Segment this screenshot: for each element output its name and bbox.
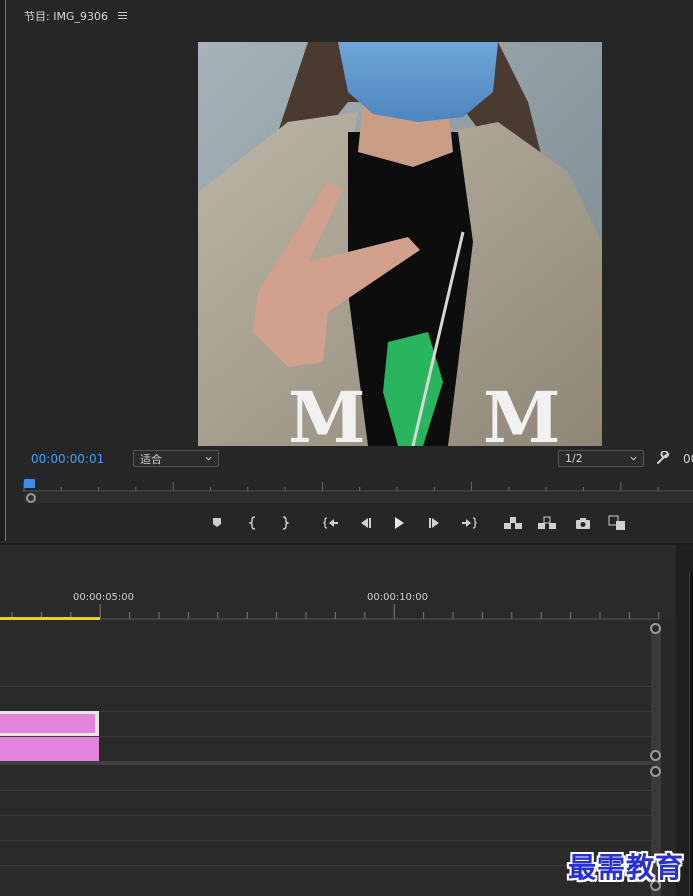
video-clip[interactable]: [0, 711, 99, 736]
export-frame-button[interactable]: [572, 512, 594, 534]
chevron-down-icon: [630, 456, 637, 461]
scrollbar-handle-bottom[interactable]: [650, 750, 661, 761]
mark-out-icon: [282, 516, 290, 530]
extract-icon: [538, 516, 556, 529]
compare-view-icon: [608, 515, 625, 530]
track-divider: [0, 865, 651, 866]
mini-time-ruler[interactable]: [22, 478, 693, 492]
audio-clip[interactable]: [0, 737, 99, 761]
panel-menu-icon[interactable]: [117, 12, 127, 20]
lift-icon: [504, 517, 522, 529]
add-marker-button[interactable]: [206, 512, 228, 534]
play-button[interactable]: [388, 512, 410, 534]
ruler-label: 00:00:10:00: [367, 592, 429, 603]
go-to-out-button[interactable]: [458, 512, 480, 534]
mark-out-button[interactable]: [274, 512, 296, 534]
mark-in-button[interactable]: [242, 512, 264, 534]
track-divider: [0, 790, 651, 791]
track-divider: [0, 840, 651, 841]
track-divider: [0, 815, 651, 816]
scrollbar-handle-top[interactable]: [650, 766, 661, 777]
svg-text:M: M: [483, 376, 561, 446]
mark-in-icon: [248, 516, 256, 530]
camera-icon: [576, 518, 590, 529]
go-to-in-button[interactable]: [320, 512, 342, 534]
svg-text:M: M: [288, 376, 366, 446]
watermark-logo: 最需教育: [568, 851, 685, 884]
zoom-level-select[interactable]: 适合: [133, 450, 219, 467]
monitor-zoom-scrollbar[interactable]: [24, 493, 693, 503]
wrench-icon[interactable]: [656, 451, 670, 465]
monitor-title: 节目: IMG_9306: [24, 10, 108, 23]
step-back-icon: [361, 518, 371, 528]
step-forward-icon: [429, 518, 439, 528]
scrollbar-handle[interactable]: [26, 493, 36, 503]
duration-timecode: 00: [683, 452, 693, 466]
track-divider: [0, 686, 651, 687]
video-clip-body: [0, 714, 95, 733]
ruler-label: 00:00:05:00: [73, 592, 135, 603]
step-forward-button[interactable]: [424, 512, 446, 534]
chevron-down-icon: [205, 456, 212, 461]
current-timecode[interactable]: 00:00:00:01: [31, 452, 104, 466]
step-back-button[interactable]: [354, 512, 376, 534]
extract-button[interactable]: [536, 512, 558, 534]
play-icon: [395, 517, 404, 529]
zoom-level-value: 适合: [140, 452, 162, 466]
playback-resolution-value: 1/2: [565, 452, 583, 465]
go-to-out-icon: [462, 517, 477, 529]
compare-view-button[interactable]: [606, 512, 628, 534]
playback-resolution-select[interactable]: 1/2: [558, 450, 644, 467]
playhead[interactable]: [24, 479, 35, 488]
monitor-header: 节目: IMG_9306: [24, 8, 127, 24]
marker-icon: [213, 518, 221, 527]
video-audio-separator[interactable]: [0, 761, 651, 765]
go-to-in-icon: [323, 517, 338, 529]
audio-meter: [689, 572, 693, 896]
scrollbar-handle-top[interactable]: [650, 623, 661, 634]
panel-focus-edge: [0, 0, 6, 541]
video-preview: M M: [198, 42, 602, 446]
lift-button[interactable]: [502, 512, 524, 534]
